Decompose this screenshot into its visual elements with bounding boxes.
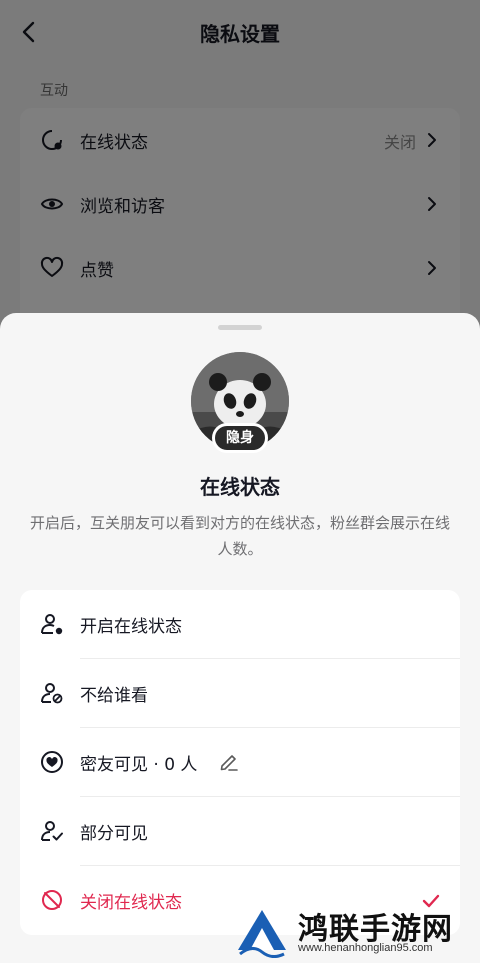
option-label: 开启在线状态 [80, 617, 182, 637]
user-online-icon [41, 614, 63, 635]
watermark: 鸿联手游网 www.henanhonglian95.com [228, 902, 480, 963]
watermark-url: www.henanhonglian95.com [298, 942, 433, 954]
option-close-friends-visible[interactable]: 密友可见 · 0 人 [20, 728, 460, 797]
user-block-icon [41, 683, 63, 704]
option-turn-on-online-status[interactable]: 开启在线状态 [20, 590, 460, 659]
option-label: 密友可见 · 0 人 [80, 755, 198, 775]
heart-circle-icon [41, 751, 63, 773]
online-status-options: 开启在线状态 不给谁看 密友可见 · 0 人 部分可见 关闭在线状态 [20, 590, 460, 935]
sheet-title: 在线状态 [200, 475, 280, 499]
online-status-sheet: 隐身 在线状态 开启后，互关朋友可以看到对方的在线状态，粉丝群会展示在线人数。 … [0, 313, 480, 963]
user-check-icon [41, 821, 63, 841]
edit-pencil-icon[interactable] [218, 751, 240, 773]
invisible-badge: 隐身 [212, 423, 268, 453]
offline-icon [42, 890, 62, 910]
sheet-description: 开启后，互关朋友可以看到对方的在线状态，粉丝群会展示在线人数。 [30, 514, 451, 558]
option-partially-visible[interactable]: 部分可见 [20, 797, 460, 866]
option-hide-from[interactable]: 不给谁看 [20, 659, 460, 728]
option-label: 关闭在线状态 [80, 893, 182, 913]
watermark-logo-icon [238, 910, 286, 958]
option-label: 不给谁看 [80, 686, 148, 706]
sheet-drag-handle[interactable] [218, 325, 262, 330]
option-label: 部分可见 [80, 824, 148, 844]
